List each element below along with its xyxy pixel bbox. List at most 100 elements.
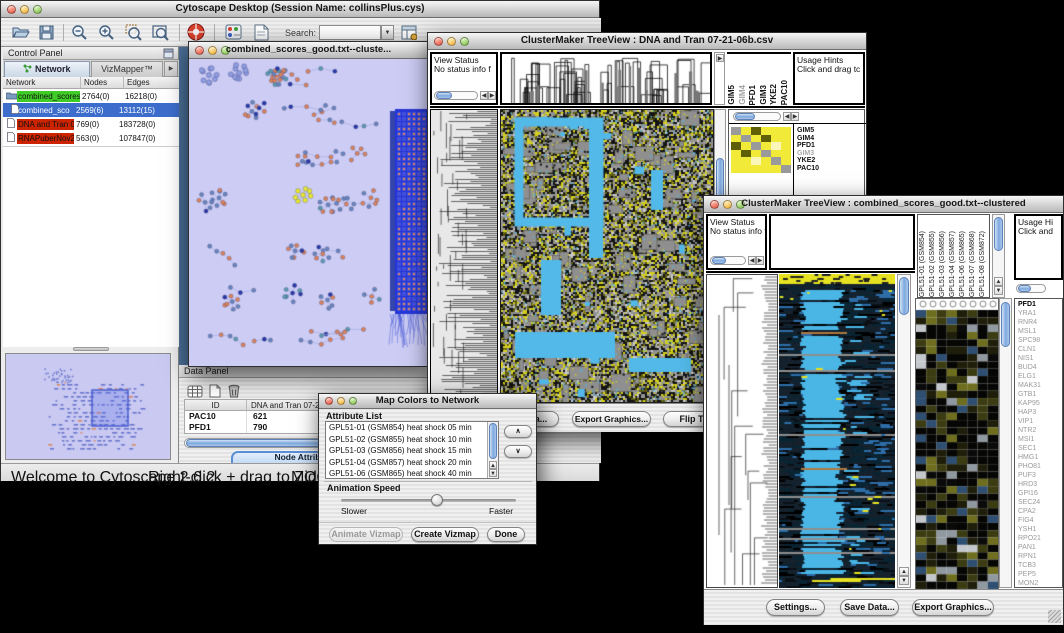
- matrix-cell[interactable]: [731, 165, 741, 173]
- gene-label[interactable]: RPO21: [1018, 534, 1062, 543]
- gene-label[interactable]: YRA1: [1018, 309, 1062, 318]
- matrix-cell[interactable]: [751, 157, 761, 165]
- gene-label[interactable]: MON2: [1018, 579, 1062, 588]
- matrix-cell[interactable]: [771, 165, 781, 173]
- attribute-select-icon[interactable]: [185, 381, 205, 401]
- tv1-zoom-matrix[interactable]: [731, 127, 791, 173]
- matrix-cell[interactable]: [771, 157, 781, 165]
- open-session-icon[interactable]: [11, 22, 31, 42]
- animate-vizmap-button[interactable]: Animate Vizmap: [329, 527, 403, 542]
- done-button[interactable]: Done: [487, 527, 525, 542]
- matrix-cell[interactable]: [731, 142, 741, 150]
- matrix-cell[interactable]: [781, 165, 791, 173]
- scroll-left-button[interactable]: ◀: [480, 91, 488, 100]
- tv1-zoom-row-label[interactable]: PFD1: [797, 142, 863, 150]
- scroll-down-button[interactable]: ▼: [994, 286, 1003, 295]
- scroll-up-button[interactable]: ▲: [489, 461, 497, 469]
- tv2-row-dendrogram-canvas[interactable]: [707, 275, 777, 587]
- matrix-cell[interactable]: [771, 127, 781, 135]
- gene-label[interactable]: NIS1: [1018, 354, 1062, 363]
- gene-label[interactable]: PFD1: [1018, 300, 1062, 309]
- gene-label[interactable]: NTR2: [1018, 426, 1062, 435]
- tv2-status-hscroll-thumb[interactable]: [712, 257, 726, 264]
- tv2-zoom-vscrollbar[interactable]: [999, 298, 1012, 588]
- tv1-zoom-row-label[interactable]: GIM5: [797, 127, 863, 135]
- tv1-column-label[interactable]: GIM5: [727, 85, 738, 105]
- attribute-list-scrollbar[interactable]: ▲ ▼: [487, 422, 498, 478]
- gene-label[interactable]: ELG1: [1018, 372, 1062, 381]
- gene-label[interactable]: GTB1: [1018, 390, 1062, 399]
- gene-label[interactable]: PUF3: [1018, 471, 1062, 480]
- tv1-status-hscrollbar[interactable]: [434, 91, 478, 100]
- gene-label[interactable]: PHO81: [1018, 462, 1062, 471]
- gene-label[interactable]: PAN1: [1018, 543, 1062, 552]
- tv2-usage-hscroll-thumb[interactable]: [1018, 285, 1031, 292]
- zoom-out-icon[interactable]: [69, 22, 89, 42]
- tab-network[interactable]: Network: [4, 61, 90, 77]
- move-up-button[interactable]: ∧: [504, 425, 532, 438]
- matrix-cell[interactable]: [731, 135, 741, 143]
- new-attribute-icon[interactable]: [205, 381, 225, 401]
- scroll-right-button[interactable]: ▶: [756, 256, 764, 265]
- data-col-id[interactable]: ID: [185, 400, 247, 410]
- tv1-export-graphics-button[interactable]: Export Graphics...: [572, 411, 651, 427]
- network-canvas[interactable]: [189, 59, 428, 366]
- tv2-settings-button[interactable]: Settings...: [766, 599, 825, 616]
- matrix-cell[interactable]: [771, 142, 781, 150]
- matrix-cell[interactable]: [781, 150, 791, 158]
- attribute-list-scroll-thumb[interactable]: [489, 423, 497, 459]
- tv1-zoom-row-label[interactable]: YKE2: [797, 157, 863, 165]
- gene-label[interactable]: HRD3: [1018, 480, 1062, 489]
- search-input[interactable]: [319, 25, 381, 40]
- matrix-cell[interactable]: [781, 142, 791, 150]
- matrix-cell[interactable]: [781, 135, 791, 143]
- attribute-list-item[interactable]: GPL51-03 (GSM856) heat shock 15 min: [326, 445, 498, 457]
- gene-label[interactable]: SEC1: [1018, 444, 1062, 453]
- move-down-button[interactable]: ∨: [504, 445, 532, 458]
- search-dropdown-button[interactable]: ▼: [381, 25, 394, 40]
- tv2-heatmap-canvas[interactable]: [779, 274, 895, 588]
- tv2-labels-vscrollbar[interactable]: ▲ ▼: [992, 214, 1005, 298]
- network-row[interactable]: DNA and Tran 07769(0)183728(0): [3, 117, 179, 131]
- slider-thumb[interactable]: [431, 494, 443, 506]
- attribute-list-item[interactable]: GPL51-04 (GSM857) heat shock 20 min: [326, 457, 498, 469]
- tv2-export-graphics-button[interactable]: Export Graphics...: [912, 599, 994, 616]
- gene-label[interactable]: KAP95: [1018, 399, 1062, 408]
- attribute-table-icon[interactable]: [399, 22, 419, 42]
- scroll-right-button[interactable]: ▶: [791, 112, 799, 121]
- matrix-cell[interactable]: [741, 157, 751, 165]
- tv2-zoom-heatmap-canvas[interactable]: [915, 298, 999, 590]
- gene-label[interactable]: MAK31: [1018, 381, 1062, 390]
- tv2-zoom-vscroll-thumb[interactable]: [1001, 302, 1010, 347]
- gene-label[interactable]: PEP5: [1018, 570, 1062, 579]
- network-name[interactable]: DNA and Tran 07: [17, 119, 74, 130]
- tv2-column-label[interactable]: GPL51-03 (GSM856): [938, 231, 948, 297]
- scroll-left-button[interactable]: ◀: [783, 112, 791, 121]
- tv2-status-hscrollbar[interactable]: [710, 256, 746, 265]
- annotation-icon[interactable]: [251, 22, 271, 42]
- tv1-zoom-hscrollbar[interactable]: [733, 112, 781, 121]
- gene-label[interactable]: SEC24: [1018, 498, 1062, 507]
- gene-label[interactable]: VIP1: [1018, 417, 1062, 426]
- network-window-titlebar[interactable]: combined_scores_good.txt--cluste...: [189, 42, 428, 59]
- matrix-cell[interactable]: [761, 135, 771, 143]
- matrix-cell[interactable]: [751, 127, 761, 135]
- gene-label[interactable]: RPN1: [1018, 552, 1062, 561]
- save-session-icon[interactable]: [36, 22, 56, 42]
- tv2-column-label[interactable]: GPL51-08 (GSM872): [978, 231, 988, 297]
- zoom-fit-icon[interactable]: [150, 22, 170, 42]
- col-edges[interactable]: Edges: [124, 77, 176, 88]
- tv2-vscrollbar[interactable]: ▲ ▼: [897, 274, 911, 588]
- tv1-column-label[interactable]: PFD1: [748, 85, 759, 105]
- gene-label[interactable]: YSH1: [1018, 525, 1062, 534]
- matrix-cell[interactable]: [751, 142, 761, 150]
- tv1-column-label[interactable]: YKE2: [769, 84, 780, 105]
- tv2-column-label[interactable]: GPL51-01 (GSM854): [918, 231, 928, 297]
- tv2-labels-vscroll-thumb[interactable]: [994, 217, 1003, 251]
- gene-label[interactable]: FIG4: [1018, 516, 1062, 525]
- network-row[interactable]: combined_sco2569(6)13112(15): [3, 103, 179, 117]
- gene-label[interactable]: MSI1: [1018, 435, 1062, 444]
- scroll-right-button[interactable]: ▶: [488, 91, 496, 100]
- network-name[interactable]: RNAPuberNov2+I: [17, 133, 74, 144]
- matrix-cell[interactable]: [761, 127, 771, 135]
